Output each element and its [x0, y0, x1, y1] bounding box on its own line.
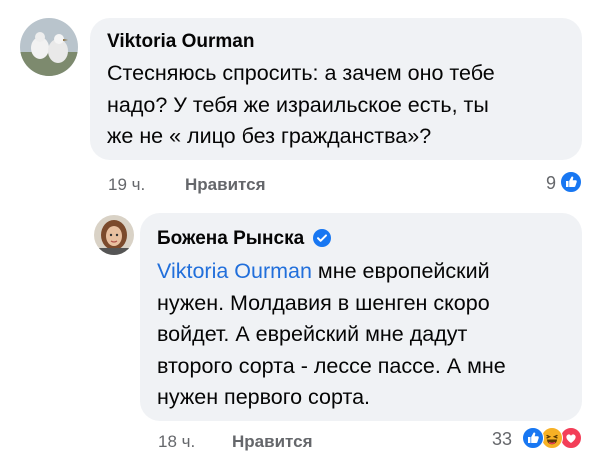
- love-icon: [560, 427, 582, 449]
- mention-link[interactable]: Viktoria Ourman: [157, 259, 312, 283]
- reply-author[interactable]: Божена Рынска: [157, 228, 332, 253]
- replier-avatar[interactable]: [94, 215, 134, 255]
- like-action[interactable]: Нравится: [232, 432, 313, 452]
- comment-text-line: же не « лицо без гражданства»?: [107, 124, 432, 148]
- reply-text-line: Viktoria Ourman мне европейский: [157, 256, 506, 288]
- comment-text: Стесняюсь спросить: а зачем оно тебе над…: [107, 58, 495, 153]
- reply-text-line: войдет. А еврейский мне дадут: [157, 322, 468, 346]
- reply-text-line: второго сорта - лессе пассе. А мне: [157, 353, 506, 378]
- comment-author[interactable]: Viktoria Ourman: [107, 31, 254, 53]
- reply-text-line: нужен первого сорта.: [157, 385, 371, 409]
- comment-timestamp[interactable]: 19 ч.: [108, 175, 145, 195]
- reaction-count: 9: [545, 173, 556, 193]
- reply-timestamp[interactable]: 18 ч.: [158, 432, 195, 452]
- comment-text-line: надо? У тебя же израильское есть, ты: [107, 92, 489, 117]
- like-icon: [560, 171, 582, 193]
- reaction-summary[interactable]: 9: [518, 170, 582, 196]
- comment-text-line: Стесняюсь спросить: а зачем оно тебе: [107, 61, 495, 85]
- like-icon: [522, 427, 544, 449]
- verified-badge-icon: [313, 229, 332, 253]
- reaction-count: 33: [491, 429, 512, 449]
- like-action[interactable]: Нравится: [185, 175, 266, 195]
- reply-text-line: нужен. Молдавия в шенген скоро: [157, 290, 490, 315]
- reply-text: Viktoria Ourman мне европейский нужен. М…: [157, 256, 506, 414]
- reply-author-name: Божена Рынска: [157, 228, 305, 249]
- haha-icon: [541, 427, 563, 449]
- reply-text-segment: мне европейский: [311, 259, 490, 283]
- reaction-summary[interactable]: 33: [470, 426, 582, 452]
- commenter-avatar[interactable]: [20, 18, 78, 76]
